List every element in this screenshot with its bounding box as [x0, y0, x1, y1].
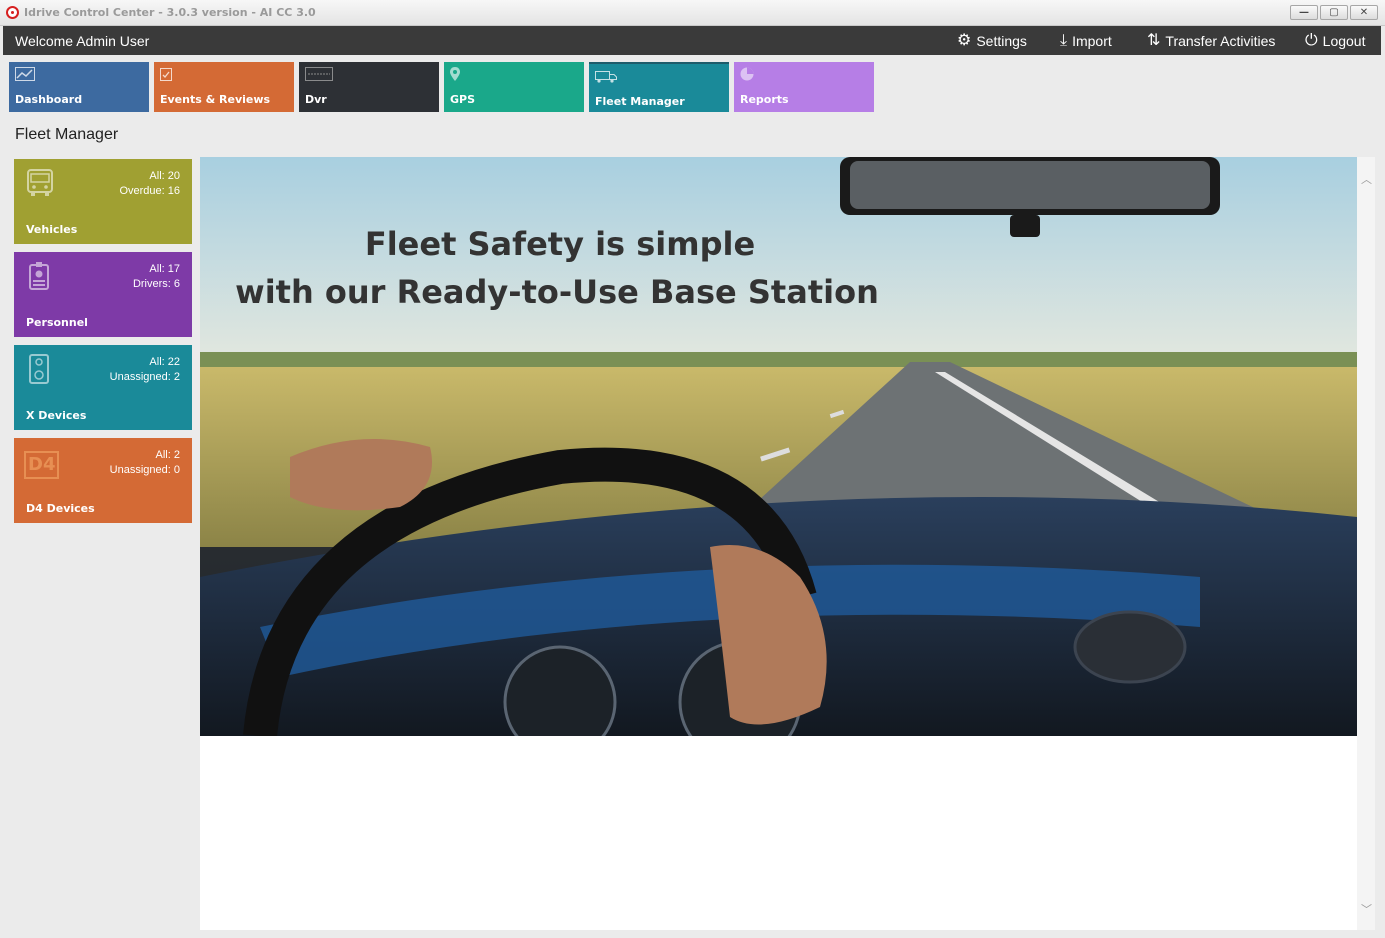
transfer-label: Transfer Activities — [1165, 32, 1276, 49]
import-label: Import — [1072, 32, 1112, 49]
chevron-down-icon[interactable]: ﹀ — [1361, 901, 1372, 917]
settings-link[interactable]: ⚙ Settings — [957, 26, 1027, 55]
top-header: Welcome Admin User ⚙ Settings ⤓ Import ⇅… — [3, 26, 1381, 55]
settings-label: Settings — [976, 32, 1027, 49]
tile-label: Events & Reviews — [160, 93, 271, 106]
vehicles-all-count: All: 20 — [149, 170, 180, 182]
main-panel: Fleet Safety is simple with our Ready-to… — [200, 157, 1375, 930]
power-icon: ⏻ — [1305, 31, 1318, 49]
tile-events-reviews[interactable]: Events & Reviews — [154, 62, 294, 112]
d4-devices-stats: All: 2 Unassigned: 0 — [110, 448, 180, 478]
personnel-drivers-count: Drivers: 6 — [132, 278, 180, 290]
card-personnel[interactable]: All: 17 Drivers: 6 Personnel — [14, 252, 192, 337]
tile-reports[interactable]: Reports — [734, 62, 874, 112]
bus-icon — [24, 167, 56, 199]
badge-icon — [24, 260, 56, 292]
map-pin-icon — [450, 67, 460, 84]
minimize-button[interactable]: — — [1290, 5, 1318, 20]
card-label: D4 Devices — [26, 502, 95, 515]
app-logo-icon — [6, 6, 19, 19]
page-title: Fleet Manager — [15, 126, 119, 143]
vehicles-overdue-count: Overdue: 16 — [119, 185, 180, 197]
maximize-button[interactable]: ▢ — [1320, 5, 1348, 20]
personnel-stats: All: 17 Drivers: 6 — [133, 262, 180, 292]
tile-dvr[interactable]: Dvr — [299, 62, 439, 112]
d4-devices-all-count: All: 2 — [155, 449, 180, 461]
tile-label: Reports — [740, 93, 789, 106]
tile-label: Dvr — [305, 93, 327, 106]
device-icon — [24, 353, 56, 385]
x-devices-unassigned-count: Unassigned: 2 — [109, 371, 180, 383]
import-link[interactable]: ⤓ Import — [1060, 26, 1112, 55]
window-title: Idrive Control Center - 3.0.3 version - … — [24, 6, 316, 19]
vertical-scrollbar[interactable]: ︿ ﹀ — [1357, 157, 1375, 930]
vehicles-stats: All: 20 Overdue: 16 — [119, 169, 180, 199]
close-button[interactable]: ✕ — [1350, 5, 1378, 20]
logout-label: Logout — [1322, 32, 1366, 49]
tile-fleet-manager[interactable]: Fleet Manager — [589, 62, 729, 112]
pie-chart-icon — [740, 67, 754, 84]
hero-banner: Fleet Safety is simple with our Ready-to… — [200, 157, 1357, 736]
window-titlebar: Idrive Control Center - 3.0.3 version - … — [0, 0, 1385, 26]
x-devices-stats: All: 22 Unassigned: 2 — [110, 355, 180, 385]
gears-icon: ⚙ — [957, 31, 972, 49]
transfer-arrows-icon: ⇅ — [1147, 31, 1161, 49]
tile-label: Fleet Manager — [595, 95, 685, 108]
truck-icon — [595, 69, 617, 86]
download-icon: ⤓ — [1060, 31, 1068, 49]
d4-icon: D4 — [24, 446, 60, 479]
dvr-icon — [305, 67, 333, 84]
banner-headline-line2: with our Ready-to-Use Base Station — [235, 273, 879, 311]
chevron-up-icon[interactable]: ︿ — [1361, 171, 1372, 187]
card-vehicles[interactable]: All: 20 Overdue: 16 Vehicles — [14, 159, 192, 244]
d4-devices-unassigned-count: Unassigned: 0 — [109, 464, 180, 476]
x-devices-all-count: All: 22 — [149, 356, 180, 368]
personnel-all-count: All: 17 — [149, 263, 180, 275]
clipboard-icon — [160, 67, 172, 84]
transfer-activities-link[interactable]: ⇅ Transfer Activities — [1147, 26, 1275, 55]
chart-icon — [15, 67, 35, 84]
card-label: Vehicles — [26, 223, 78, 236]
card-d4-devices[interactable]: D4 All: 2 Unassigned: 0 D4 Devices — [14, 438, 192, 523]
tile-dashboard[interactable]: Dashboard — [9, 62, 149, 112]
tile-gps[interactable]: GPS — [444, 62, 584, 112]
tile-label: Dashboard — [15, 93, 83, 106]
d4-icon-text: D4 — [24, 451, 60, 479]
tile-label: GPS — [450, 93, 476, 106]
card-label: X Devices — [26, 409, 87, 422]
welcome-text: Welcome Admin User — [15, 33, 150, 49]
card-label: Personnel — [26, 316, 88, 329]
card-x-devices[interactable]: All: 22 Unassigned: 2 X Devices — [14, 345, 192, 430]
banner-headline-line1: Fleet Safety is simple — [364, 225, 756, 263]
logout-link[interactable]: ⏻ Logout — [1305, 26, 1365, 55]
